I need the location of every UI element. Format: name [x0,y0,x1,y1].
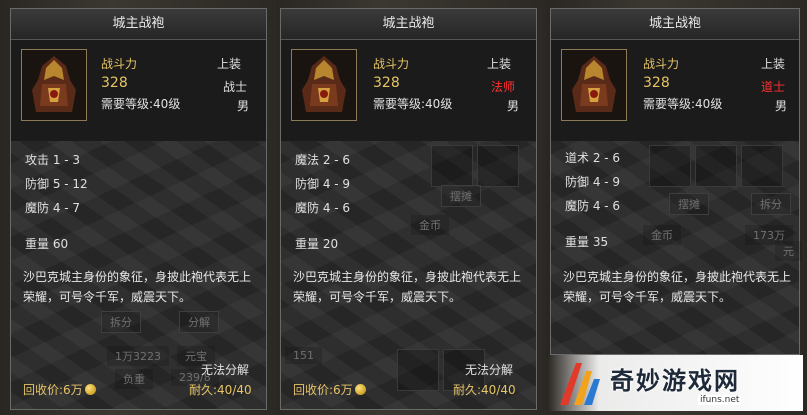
item-description: 沙巴克城主身份的象征，身披此袍代表无上荣耀，可号令千军，威震天下。 [563,270,792,304]
bg-inventory-slot [397,349,439,391]
item-tooltip-warrior: 城主战袍 战斗力 上装 328 战士 需要等级:40级 男 拆分 分解 1万32… [10,8,267,410]
watermark-url: ifuns.net [698,395,742,405]
item-description: 沙巴克城主身份的象征，身披此袍代表无上荣耀，可号令千军，威震天下。 [293,270,522,304]
combat-power-value: 328 [101,75,128,91]
combat-power-label: 战斗力 [373,57,410,71]
bg-stall-button: 摆摊 [669,193,709,215]
durability: 耐久:40/40 [189,383,252,397]
bg-split-button: 拆分 [101,311,141,333]
slot-type: 上装 [761,57,786,71]
stat-magic-defense: 魔防 4 - 6 [295,201,351,215]
gender-requirement: 男 [775,99,788,113]
armor-icon [561,49,627,121]
gender-requirement: 男 [507,99,520,113]
recycle-price: 回收价:6万 [293,381,366,398]
item-tooltip-taoist: 城主战袍 战斗力 上装 328 道士 需要等级:40级 男 摆摊 拆分 金币 1… [550,8,802,355]
stat-weight: 重量 20 [295,237,339,251]
level-requirement: 需要等级:40级 [373,97,453,111]
item-title: 城主战袍 [281,9,536,40]
combat-power-label: 战斗力 [101,57,138,71]
bg-number: 151 [285,347,322,364]
bg-gold-label: 金币 [411,215,449,235]
bg-inventory-slot [695,145,737,187]
gold-coin-icon [84,384,96,395]
durability: 耐久:40/40 [453,383,516,397]
site-logo-icon [560,363,600,405]
armor-icon [291,49,357,121]
combat-power-value: 328 [373,75,400,91]
stat-defense: 防御 4 - 9 [565,175,621,189]
class-requirement: 法师 [491,80,516,94]
unsellable-note: 无法分解 [201,363,250,377]
gender-requirement: 男 [237,99,250,113]
bg-inventory-slot [649,145,691,187]
class-requirement: 道士 [761,80,786,94]
bg-inventory-slot [431,145,473,187]
bg-weight-label: 负重 [115,369,153,389]
stat-magic: 魔法 2 - 6 [295,153,351,167]
stat-defense: 防御 5 - 12 [25,177,88,191]
bg-gold-amount: 1万3223 [107,346,169,366]
gold-coin-icon [354,384,366,395]
bg-stall-button: 摆摊 [441,185,481,207]
level-requirement: 需要等级:40级 [643,97,723,111]
bg-decompose-button: 分解 [179,311,219,333]
item-title: 城主战袍 [551,9,799,40]
recycle-price: 回收价:6万 [23,381,96,398]
stat-defense: 防御 4 - 9 [295,177,351,191]
stat-weight: 重量 35 [565,235,609,249]
stat-magic-defense: 魔防 4 - 6 [565,199,621,213]
slot-type: 上装 [217,57,242,71]
slot-type: 上装 [487,57,512,71]
bg-tail-label: 元 [775,241,802,261]
bg-inventory-slot [477,145,519,187]
bg-split-button: 拆分 [751,193,791,215]
item-description: 沙巴克城主身份的象征，身披此袍代表无上荣耀，可号令千军，威震天下。 [23,270,252,304]
armor-icon [21,49,87,121]
class-requirement: 战士 [223,80,248,94]
site-watermark: 奇妙游戏网 ifuns.net [548,355,803,411]
stat-magic-defense: 魔防 4 - 7 [25,201,81,215]
watermark-title: 奇妙游戏网 [610,367,740,395]
stat-attack: 攻击 1 - 3 [25,153,81,167]
combat-power-label: 战斗力 [643,57,680,71]
unsellable-note: 无法分解 [465,363,514,377]
stat-weight: 重量 60 [25,237,69,251]
bg-gold-label: 金币 [643,225,681,245]
item-tooltip-mage: 城主战袍 战斗力 上装 328 法师 需要等级:40级 男 摆摊 金币 151 … [280,8,537,410]
bg-inventory-slot [741,145,783,187]
item-title: 城主战袍 [11,9,266,40]
level-requirement: 需要等级:40级 [101,97,181,111]
stat-taoism: 道术 2 - 6 [565,151,621,165]
combat-power-value: 328 [643,75,670,91]
